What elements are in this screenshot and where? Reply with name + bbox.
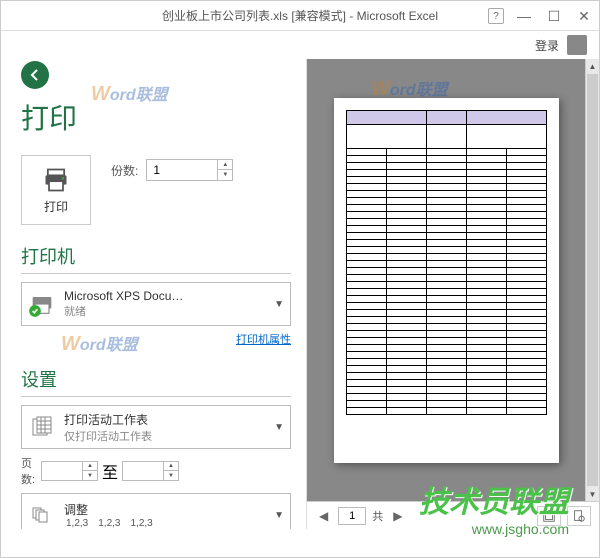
pages-to-down[interactable]: ▼	[164, 471, 178, 480]
maximize-button[interactable]: ☐	[539, 1, 569, 31]
print-what-dropdown[interactable]: 打印活动工作表 仅打印活动工作表 ▼	[21, 405, 291, 449]
printer-name: Microsoft XPS Docu…	[64, 289, 266, 303]
copies-spinner[interactable]: ▲ ▼	[146, 159, 233, 181]
zoom-to-page-button[interactable]	[567, 506, 591, 526]
compat-mode: [兼容模式]	[291, 9, 346, 23]
scroll-thumb[interactable]	[587, 74, 598, 486]
filename: 创业板上市公司列表.xls	[162, 9, 288, 23]
zoom-page-icon	[572, 509, 586, 523]
chevron-down-icon: ▼	[274, 510, 284, 521]
current-page-input[interactable]	[338, 507, 366, 525]
pages-label: 页数:	[21, 455, 37, 487]
margins-icon	[542, 509, 556, 523]
pages-to-spinner[interactable]: ▲▼	[122, 461, 179, 481]
page-title: 打印	[21, 97, 291, 137]
pages-to-up[interactable]: ▲	[164, 462, 178, 471]
collate-num: 1,2,3	[129, 518, 155, 529]
printer-dropdown[interactable]: Microsoft XPS Docu… 就绪 ▼	[21, 282, 291, 326]
pages-from-up[interactable]: ▲	[83, 462, 97, 471]
collate-dropdown[interactable]: 调整 1,2,3 1,2,3 1,2,3 ▼	[21, 493, 291, 529]
help-icon[interactable]: ?	[488, 8, 504, 24]
prev-page-button[interactable]: ◀	[315, 509, 332, 523]
pages-from-down[interactable]: ▼	[83, 471, 97, 480]
scroll-up[interactable]: ▲	[586, 59, 599, 73]
preview-scrollbar-vertical[interactable]: ▲ ▼	[585, 59, 599, 501]
print-preview: document.write(Array.from({length:38},()…	[307, 59, 585, 501]
minimize-button[interactable]: —	[509, 1, 539, 31]
copies-up[interactable]: ▲	[218, 160, 232, 170]
pages-from-input[interactable]	[42, 462, 82, 480]
print-what-sub: 仅打印活动工作表	[64, 428, 266, 444]
collate-main: 调整	[64, 501, 266, 518]
collate-icon	[28, 501, 56, 529]
print-what-main: 打印活动工作表	[64, 411, 266, 428]
printer-icon	[42, 166, 70, 194]
copies-down[interactable]: ▼	[218, 170, 232, 180]
back-arrow-icon	[27, 67, 43, 83]
printer-status: 就绪	[64, 303, 266, 319]
chevron-down-icon: ▼	[274, 299, 284, 310]
pages-to-label: 至	[102, 459, 118, 483]
pages-from-spinner[interactable]: ▲▼	[41, 461, 98, 481]
chevron-down-icon: ▼	[274, 422, 284, 433]
avatar[interactable]	[567, 35, 587, 55]
pages-to-input[interactable]	[123, 462, 163, 480]
preview-page: document.write(Array.from({length:38},()…	[334, 98, 559, 463]
copies-label: 份数:	[111, 162, 138, 179]
printer-section-title: 打印机	[21, 243, 291, 269]
collate-num: 1,2,3	[64, 518, 90, 529]
page-total-label: 共	[372, 508, 383, 524]
settings-section-title: 设置	[21, 366, 291, 392]
close-button[interactable]: ✕	[569, 1, 599, 31]
login-link[interactable]: 登录	[535, 37, 559, 54]
back-button[interactable]	[21, 61, 49, 89]
app-name: Microsoft Excel	[357, 9, 438, 23]
printer-status-icon	[28, 290, 56, 318]
show-margins-button[interactable]	[537, 506, 561, 526]
collate-num: 1,2,3	[96, 518, 122, 529]
copies-input[interactable]	[147, 160, 217, 180]
sheets-icon	[28, 413, 56, 441]
scroll-down[interactable]: ▼	[586, 487, 599, 501]
next-page-button[interactable]: ▶	[389, 509, 406, 523]
printer-properties-link[interactable]: 打印机属性	[236, 334, 291, 346]
print-button-label: 打印	[44, 198, 68, 215]
print-button[interactable]: 打印	[21, 155, 91, 225]
